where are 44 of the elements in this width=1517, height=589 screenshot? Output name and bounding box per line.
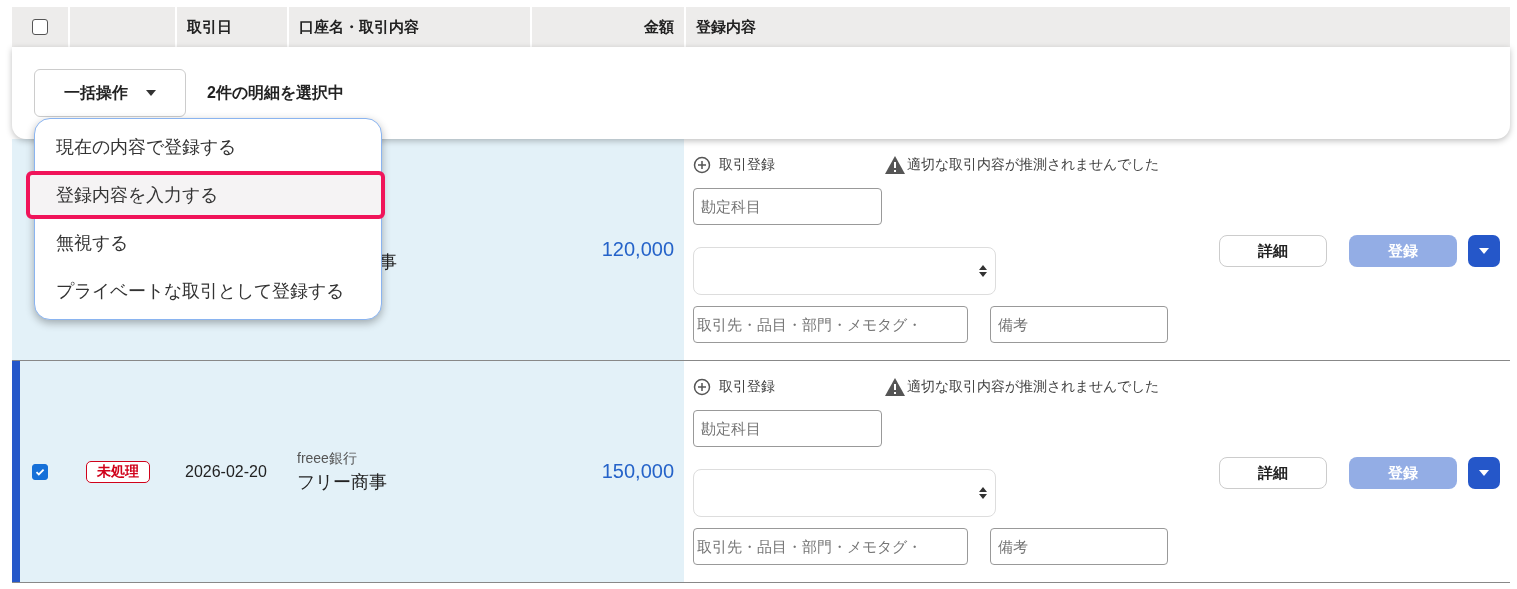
menu-item[interactable]: 現在の内容で登録する	[35, 123, 381, 171]
note-field[interactable]: 備考	[990, 306, 1168, 343]
row-checkbox[interactable]	[32, 463, 48, 480]
amount: 150,000	[601, 460, 674, 483]
plus-circle-icon	[693, 378, 711, 396]
column-header: 取引日	[187, 17, 232, 37]
warning-icon	[885, 378, 905, 396]
partner-field[interactable]: 取引先・品目・部門・メモタグ・	[693, 306, 968, 343]
account-name: freee銀行	[297, 449, 358, 468]
column-header: 登録内容	[696, 17, 756, 37]
warning-icon	[885, 156, 905, 174]
status-badge: 未処理	[86, 460, 150, 483]
partner-field[interactable]: 取引先・品目・部門・メモタグ・	[693, 528, 968, 565]
more-options-button[interactable]	[1468, 235, 1500, 267]
transaction-date: 2026-02-20	[185, 462, 267, 481]
bulk-action-button[interactable]: 一括操作	[34, 69, 186, 117]
account-field[interactable]: 勘定科目	[693, 188, 882, 225]
add-transaction-link[interactable]: 取引登録	[693, 378, 885, 396]
menu-item[interactable]: 登録内容を入力する	[26, 171, 385, 219]
caret-icon	[146, 90, 156, 96]
column-header: 金額	[644, 17, 674, 37]
select-field[interactable]	[693, 247, 996, 295]
warning-message: 適切な取引内容が推測されませんでした	[907, 378, 1159, 396]
account-field[interactable]: 勘定科目	[693, 410, 882, 447]
check-icon	[35, 466, 45, 477]
add-transaction-link[interactable]: 取引登録	[693, 156, 885, 174]
detail-button[interactable]: 詳細	[1219, 457, 1327, 489]
plus-circle-icon	[693, 156, 711, 174]
select-field[interactable]	[693, 469, 996, 517]
detail-button[interactable]: 詳細	[1219, 235, 1327, 267]
menu-item[interactable]: プライベートな取引として登録する	[35, 267, 381, 315]
note-field[interactable]: 備考	[990, 528, 1168, 565]
sort-arrows-icon	[979, 487, 987, 499]
more-options-button[interactable]	[1468, 457, 1500, 489]
caret-icon	[1479, 470, 1489, 476]
select-all-checkbox[interactable]	[32, 19, 48, 35]
menu-item[interactable]: 無視する	[35, 219, 381, 267]
selection-count-text: 2件の明細を選択中	[207, 82, 344, 103]
amount: 120,000	[601, 238, 674, 261]
caret-icon	[1479, 248, 1489, 254]
warning-message: 適切な取引内容が推測されませんでした	[907, 156, 1159, 174]
column-header: 口座名・取引内容	[299, 17, 419, 37]
transaction-description: フリー商事	[297, 470, 387, 494]
sort-arrows-icon	[979, 265, 987, 277]
